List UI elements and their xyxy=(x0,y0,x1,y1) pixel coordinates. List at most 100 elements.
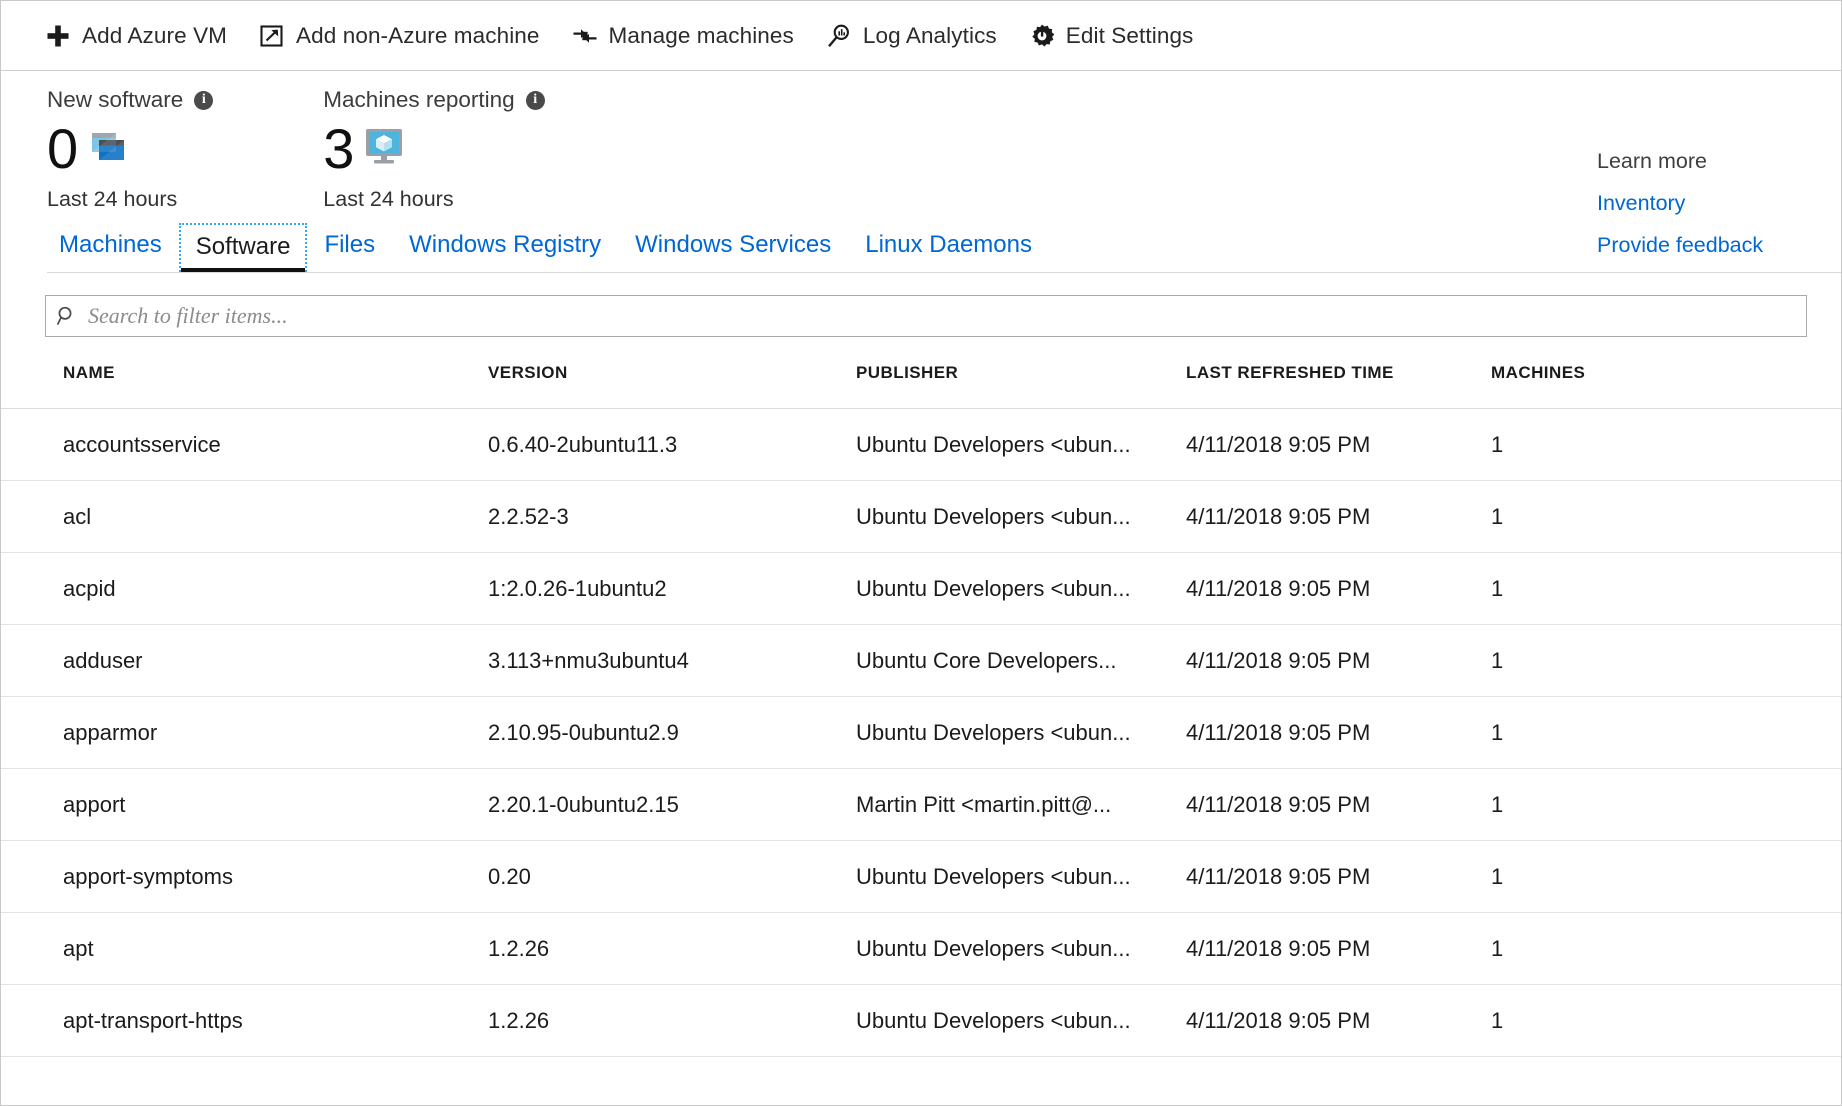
info-icon[interactable]: i xyxy=(194,91,213,110)
software-table: NAME VERSION PUBLISHER LAST REFRESHED TI… xyxy=(1,337,1841,1057)
column-header-last-refreshed[interactable]: LAST REFRESHED TIME xyxy=(1186,363,1491,383)
cell-name: acl xyxy=(63,504,488,530)
add-non-azure-machine-label: Add non-Azure machine xyxy=(296,23,540,49)
cell-machines: 1 xyxy=(1491,504,1691,530)
inventory-page: Add Azure VM Add non-Azure machine M xyxy=(0,0,1842,1106)
plus-icon xyxy=(45,23,71,49)
manage-machines-button[interactable]: Manage machines xyxy=(572,23,794,49)
cell-machines: 1 xyxy=(1491,576,1691,602)
tile-machines-reporting-title-text: Machines reporting xyxy=(323,89,514,112)
cell-last-refreshed: 4/11/2018 9:05 PM xyxy=(1186,864,1491,890)
cell-machines: 1 xyxy=(1491,792,1691,818)
cell-machines: 1 xyxy=(1491,432,1691,458)
cell-machines: 1 xyxy=(1491,1008,1691,1034)
cell-name: adduser xyxy=(63,648,488,674)
cell-last-refreshed: 4/11/2018 9:05 PM xyxy=(1186,648,1491,674)
external-link-icon xyxy=(259,23,285,49)
tile-machines-reporting: Machines reporting i 3 xyxy=(323,89,544,212)
table-row[interactable]: apport-symptoms 0.20 Ubuntu Developers <… xyxy=(1,841,1841,913)
cell-last-refreshed: 4/11/2018 9:05 PM xyxy=(1186,720,1491,746)
tab-linux-daemons[interactable]: Linux Daemons xyxy=(848,231,1049,272)
table-header-row: NAME VERSION PUBLISHER LAST REFRESHED TI… xyxy=(1,337,1841,409)
edit-settings-label: Edit Settings xyxy=(1066,23,1194,49)
tile-machines-reporting-title: Machines reporting i xyxy=(323,89,544,112)
table-row[interactable]: adduser 3.113+nmu3ubuntu4 Ubuntu Core De… xyxy=(1,625,1841,697)
tab-files[interactable]: Files xyxy=(307,231,392,272)
info-icon[interactable]: i xyxy=(526,91,545,110)
tab-machines[interactable]: Machines xyxy=(47,231,179,272)
edit-settings-button[interactable]: Edit Settings xyxy=(1029,23,1194,49)
cell-version: 1.2.26 xyxy=(488,1008,856,1034)
cell-last-refreshed: 4/11/2018 9:05 PM xyxy=(1186,432,1491,458)
cell-name: apport xyxy=(63,792,488,818)
cell-version: 1.2.26 xyxy=(488,936,856,962)
tile-new-software-title: New software i xyxy=(47,89,213,112)
new-software-icon xyxy=(85,124,129,173)
summary-tiles: New software i 0 xyxy=(1,71,1841,216)
column-header-version[interactable]: VERSION xyxy=(488,363,856,383)
cell-last-refreshed: 4/11/2018 9:05 PM xyxy=(1186,1008,1491,1034)
tile-new-software-title-text: New software xyxy=(47,89,183,112)
cell-name: apparmor xyxy=(63,720,488,746)
tile-new-software-value: 0 xyxy=(47,121,78,177)
manage-machines-label: Manage machines xyxy=(609,23,794,49)
tile-machines-reporting-value: 3 xyxy=(323,121,354,177)
manage-machines-icon xyxy=(572,23,598,49)
table-row[interactable]: acl 2.2.52-3 Ubuntu Developers <ubun... … xyxy=(1,481,1841,553)
column-header-publisher[interactable]: PUBLISHER xyxy=(856,363,1186,383)
table-row[interactable]: apt-transport-https 1.2.26 Ubuntu Develo… xyxy=(1,985,1841,1057)
column-header-machines[interactable]: MACHINES xyxy=(1491,363,1691,383)
cell-machines: 1 xyxy=(1491,720,1691,746)
cell-machines: 1 xyxy=(1491,648,1691,674)
gear-icon xyxy=(1029,23,1055,49)
add-azure-vm-label: Add Azure VM xyxy=(82,23,227,49)
learn-more-heading: Learn more xyxy=(1597,149,1807,174)
column-header-name[interactable]: NAME xyxy=(63,363,488,383)
table-body: accountsservice 0.6.40-2ubuntu11.3 Ubunt… xyxy=(1,409,1841,1057)
inventory-link[interactable]: Inventory xyxy=(1597,191,1807,216)
cell-machines: 1 xyxy=(1491,864,1691,890)
add-non-azure-machine-button[interactable]: Add non-Azure machine xyxy=(259,23,540,49)
cell-last-refreshed: 4/11/2018 9:05 PM xyxy=(1186,504,1491,530)
cell-publisher: Ubuntu Developers <ubun... xyxy=(856,576,1186,602)
table-row[interactable]: apparmor 2.10.95-0ubuntu2.9 Ubuntu Devel… xyxy=(1,697,1841,769)
cell-publisher: Ubuntu Developers <ubun... xyxy=(856,864,1186,890)
tile-machines-reporting-subtitle: Last 24 hours xyxy=(323,187,544,212)
tile-new-software-body: 0 xyxy=(47,118,213,180)
tab-windows-services[interactable]: Windows Services xyxy=(618,231,848,272)
log-analytics-button[interactable]: Log Analytics xyxy=(826,23,997,49)
table-row[interactable]: accountsservice 0.6.40-2ubuntu11.3 Ubunt… xyxy=(1,409,1841,481)
table-row[interactable]: apport 2.20.1-0ubuntu2.15 Martin Pitt <m… xyxy=(1,769,1841,841)
add-azure-vm-button[interactable]: Add Azure VM xyxy=(45,23,227,49)
cell-name: accountsservice xyxy=(63,432,488,458)
tile-new-software-subtitle: Last 24 hours xyxy=(47,187,213,212)
tab-bar-divider xyxy=(47,272,1841,273)
cell-version: 2.10.95-0ubuntu2.9 xyxy=(488,720,856,746)
tab-windows-registry[interactable]: Windows Registry xyxy=(392,231,618,272)
table-row[interactable]: acpid 1:2.0.26-1ubuntu2 Ubuntu Developer… xyxy=(1,553,1841,625)
cell-last-refreshed: 4/11/2018 9:05 PM xyxy=(1186,576,1491,602)
tab-bar: Machines Software Files Windows Registry… xyxy=(1,216,1841,272)
tile-new-software: New software i 0 xyxy=(47,89,213,212)
search-box[interactable] xyxy=(45,295,1807,337)
tab-software[interactable]: Software xyxy=(179,223,308,272)
cell-version: 2.20.1-0ubuntu2.15 xyxy=(488,792,856,818)
cell-name: apport-symptoms xyxy=(63,864,488,890)
cell-publisher: Ubuntu Developers <ubun... xyxy=(856,720,1186,746)
cell-publisher: Ubuntu Developers <ubun... xyxy=(856,936,1186,962)
machine-monitor-icon xyxy=(361,123,407,174)
cell-last-refreshed: 4/11/2018 9:05 PM xyxy=(1186,936,1491,962)
cell-machines: 1 xyxy=(1491,936,1691,962)
cell-version: 1:2.0.26-1ubuntu2 xyxy=(488,576,856,602)
cell-version: 0.6.40-2ubuntu11.3 xyxy=(488,432,856,458)
search-icon xyxy=(46,305,88,327)
cell-name: acpid xyxy=(63,576,488,602)
cell-name: apt-transport-https xyxy=(63,1008,488,1034)
log-analytics-icon xyxy=(826,23,852,49)
cell-publisher: Ubuntu Developers <ubun... xyxy=(856,504,1186,530)
search-input[interactable] xyxy=(88,296,1806,336)
cell-publisher: Martin Pitt <martin.pitt@... xyxy=(856,792,1186,818)
table-row[interactable]: apt 1.2.26 Ubuntu Developers <ubun... 4/… xyxy=(1,913,1841,985)
cell-publisher: Ubuntu Core Developers... xyxy=(856,648,1186,674)
cell-publisher: Ubuntu Developers <ubun... xyxy=(856,1008,1186,1034)
